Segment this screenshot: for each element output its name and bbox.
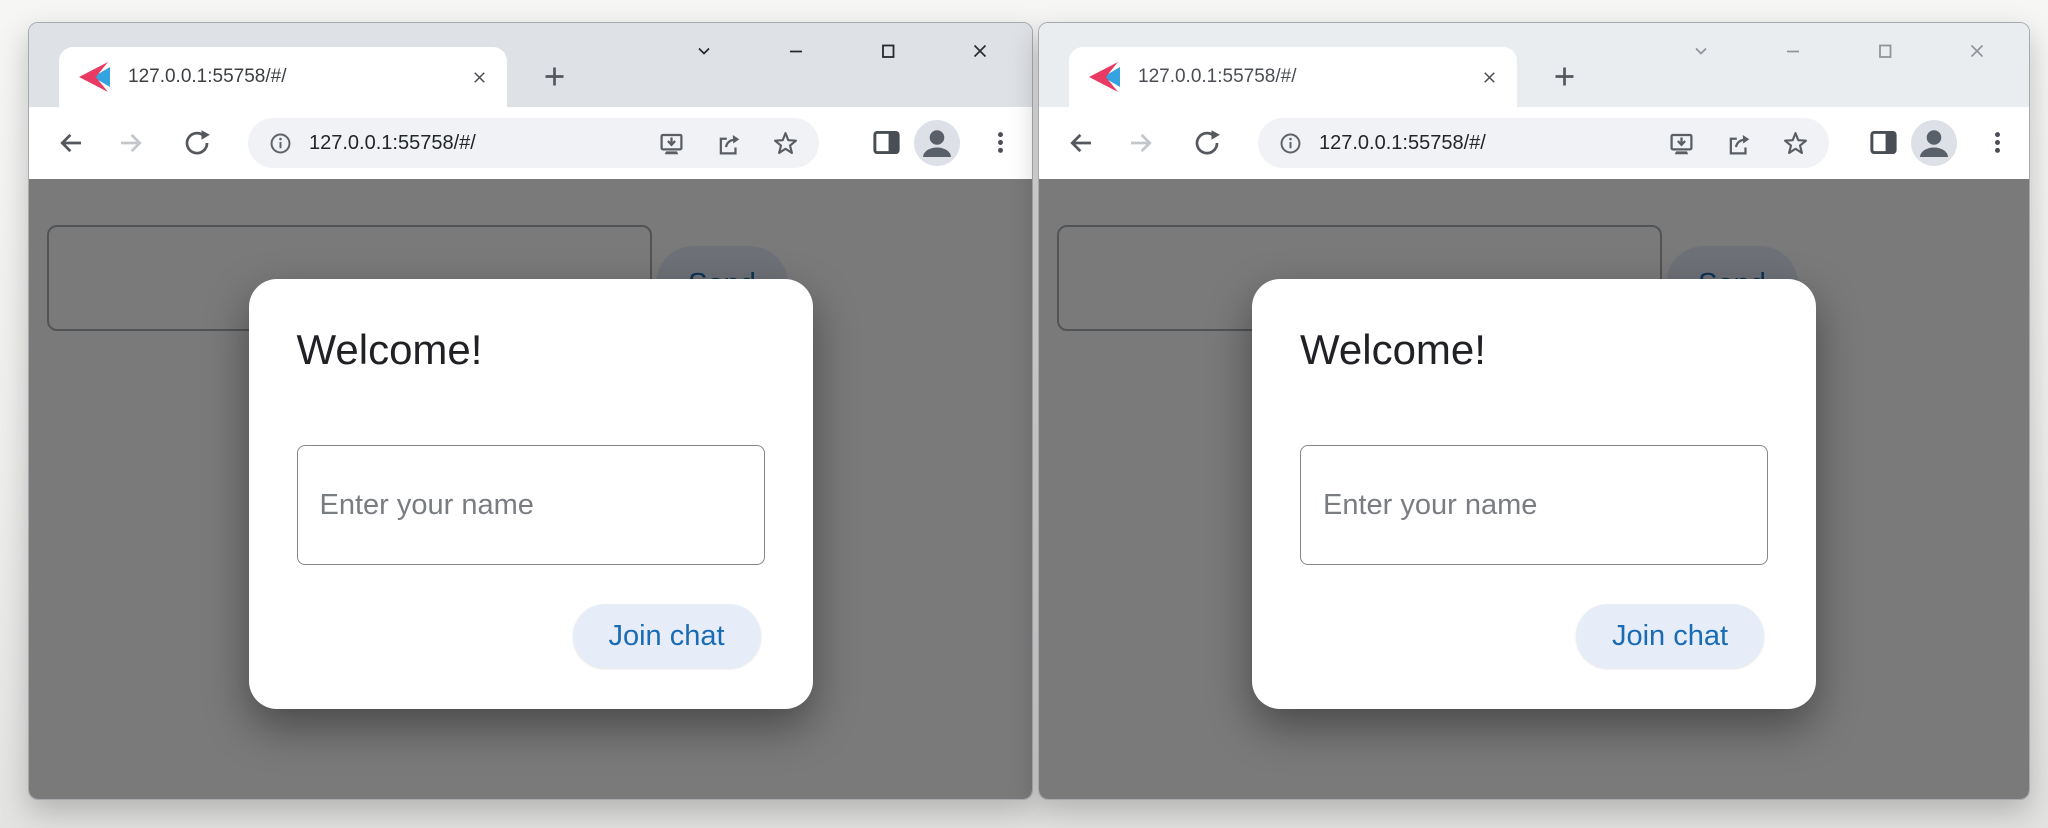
maximize-button[interactable] [1839, 25, 1931, 77]
minimize-button[interactable] [1747, 25, 1839, 77]
forward-button[interactable] [114, 126, 148, 160]
window-controls [1655, 25, 2023, 77]
page-info-icon[interactable] [1278, 131, 1303, 156]
new-tab-button[interactable] [1545, 57, 1583, 95]
browser-tab[interactable]: 127.0.0.1:55758/#/ [59, 47, 507, 107]
tab-strip: 127.0.0.1:55758/#/ [29, 23, 1032, 107]
tab-search-chevron-icon[interactable] [658, 25, 750, 77]
window-controls [658, 25, 1026, 77]
name-input[interactable] [1300, 445, 1768, 565]
minimize-button[interactable] [750, 25, 842, 77]
browser-tab[interactable]: 127.0.0.1:55758/#/ [1069, 47, 1517, 107]
bookmark-star-icon[interactable] [772, 130, 799, 157]
tab-search-chevron-icon[interactable] [1655, 25, 1747, 77]
profile-avatar[interactable] [1911, 120, 1957, 166]
profile-avatar[interactable] [914, 120, 960, 166]
maximize-button[interactable] [842, 25, 934, 77]
forward-button[interactable] [1124, 126, 1158, 160]
bookmark-star-icon[interactable] [1782, 130, 1809, 157]
close-window-button[interactable] [934, 25, 1026, 77]
side-panel-icon[interactable] [1868, 127, 1899, 158]
name-input[interactable] [297, 445, 765, 565]
reload-button[interactable] [1190, 126, 1224, 160]
share-icon[interactable] [715, 130, 742, 157]
tab-close-icon[interactable] [467, 65, 491, 89]
dialog-title: Welcome! [1300, 324, 1768, 375]
site-favicon-icon [79, 62, 113, 92]
browser-menu-icon[interactable] [987, 129, 1014, 156]
tab-title: 127.0.0.1:55758/#/ [1138, 66, 1477, 88]
tab-close-icon[interactable] [1477, 65, 1501, 89]
dialog-title: Welcome! [297, 324, 765, 375]
page-viewport: Send Welcome! Join chat [1039, 179, 2029, 800]
welcome-dialog: Welcome! Join chat [1252, 279, 1816, 709]
address-bar[interactable]: 127.0.0.1:55758/#/ [248, 118, 819, 168]
browser-toolbar: 127.0.0.1:55758/#/ [1039, 107, 2029, 179]
browser-menu-icon[interactable] [1984, 129, 2011, 156]
tab-title: 127.0.0.1:55758/#/ [128, 66, 467, 88]
browser-toolbar: 127.0.0.1:55758/#/ [29, 107, 1032, 179]
url-text[interactable]: 127.0.0.1:55758/#/ [1319, 132, 1486, 155]
join-chat-button[interactable]: Join chat [573, 604, 761, 668]
back-button[interactable] [54, 126, 88, 160]
back-button[interactable] [1064, 126, 1098, 160]
page-info-icon[interactable] [268, 131, 293, 156]
address-bar[interactable]: 127.0.0.1:55758/#/ [1258, 118, 1829, 168]
site-favicon-icon [1089, 62, 1123, 92]
browser-window-left: 127.0.0.1:55758/#/ [28, 22, 1033, 800]
install-app-icon[interactable] [1668, 130, 1695, 157]
install-app-icon[interactable] [658, 130, 685, 157]
welcome-dialog: Welcome! Join chat [249, 279, 813, 709]
page-viewport: Send Welcome! Join chat [29, 179, 1032, 800]
close-window-button[interactable] [1931, 25, 2023, 77]
new-tab-button[interactable] [535, 57, 573, 95]
tab-strip: 127.0.0.1:55758/#/ [1039, 23, 2029, 107]
reload-button[interactable] [180, 126, 214, 160]
join-chat-button[interactable]: Join chat [1576, 604, 1764, 668]
side-panel-icon[interactable] [871, 127, 902, 158]
browser-window-right: 127.0.0.1:55758/#/ [1038, 22, 2030, 800]
url-text[interactable]: 127.0.0.1:55758/#/ [309, 132, 476, 155]
share-icon[interactable] [1725, 130, 1752, 157]
